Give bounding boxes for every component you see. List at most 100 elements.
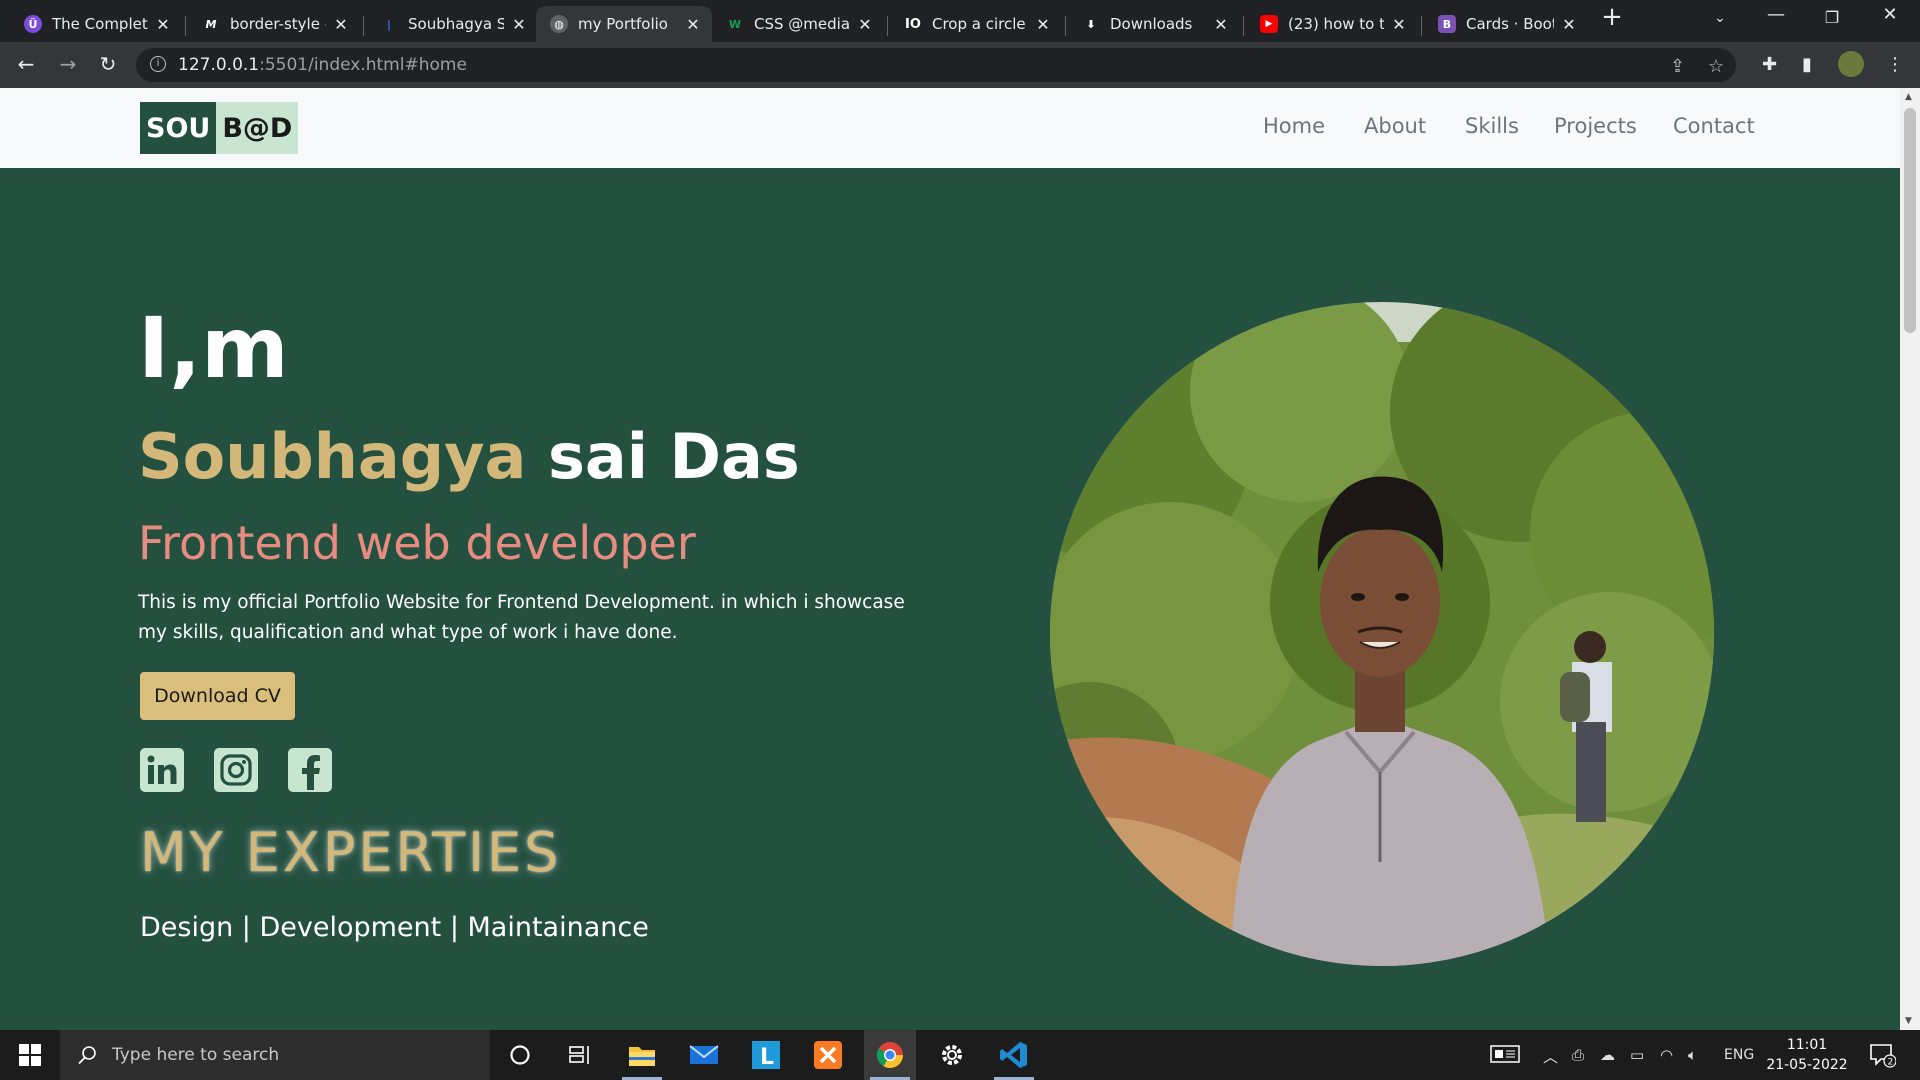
hero-description: This is my official Portfolio Website fo… [138,592,905,643]
tab-favicon-icon: W [726,15,744,33]
news-widget-icon[interactable] [1490,1044,1520,1068]
forward-arrow-icon[interactable]: → [54,52,82,76]
task-view-icon[interactable] [554,1030,606,1080]
windows-logo-icon [19,1044,41,1066]
tab-separator [887,16,888,36]
gear-glyph [942,1045,962,1065]
linkedin-icon[interactable] [140,748,184,792]
close-tab-icon[interactable]: ✕ [1560,15,1578,34]
browser-tab[interactable]: ⬇ Downloads ✕ [1068,6,1240,42]
facebook-icon[interactable] [288,748,332,792]
nav-link-contact[interactable]: Contact [1673,114,1755,138]
show-hidden-icons-chevron-icon[interactable]: ︿ [1543,1046,1558,1067]
minimize-button[interactable]: — [1756,4,1796,25]
bookmark-star-icon[interactable]: ☆ [1708,56,1724,77]
windows-start-button[interactable] [0,1030,60,1080]
browser-tab-active[interactable]: ◍ my Portfolio ✕ [536,6,712,42]
chrome-icon[interactable] [864,1030,916,1080]
browser-tab[interactable]: W CSS @media F ✕ [712,6,884,42]
wifi-icon[interactable]: ◠ [1660,1046,1673,1064]
new-tab-button[interactable]: + [1592,2,1632,32]
onedrive-cloud-icon[interactable]: ☁ [1600,1046,1615,1064]
input-language[interactable]: ENG [1724,1047,1754,1063]
scroll-up-arrow-icon[interactable]: ▲ [1905,92,1912,102]
tab-search-chevron-icon[interactable]: ⌄ [1700,10,1740,26]
menu-kebab-icon[interactable]: ⋮ [1886,54,1904,75]
scrollbar-thumb[interactable] [1904,108,1916,333]
site-logo[interactable]: SOU B@D [140,102,299,154]
system-clock[interactable]: 11:01 21-05-2022 [1762,1035,1852,1075]
download-cv-button[interactable]: Download CV [140,672,295,720]
tab-separator [185,16,186,36]
taskbar-search-box[interactable]: Type here to search [60,1030,490,1080]
browser-tab[interactable]: M border-style - ✕ [188,6,360,42]
share-icon[interactable]: ⇪ [1670,56,1685,77]
xampp-icon[interactable] [802,1030,854,1080]
lightshot-l-icon[interactable]: L [740,1030,792,1080]
vscode-icon[interactable] [988,1030,1040,1080]
profile-avatar[interactable] [1838,51,1864,77]
close-window-button[interactable]: ✕ [1870,4,1910,25]
nav-link-projects[interactable]: Projects [1554,114,1637,138]
battery-icon[interactable]: ▭ [1630,1046,1644,1064]
close-tab-icon[interactable]: ✕ [856,15,874,34]
site-info-icon[interactable]: i [150,56,166,72]
notification-center-icon[interactable]: 2 [1868,1042,1897,1072]
nav-link-skills[interactable]: Skills [1465,114,1519,138]
close-tab-icon[interactable]: ✕ [1390,15,1408,34]
close-tab-icon[interactable]: ✕ [1212,15,1230,34]
browser-tab[interactable]: ▶ (23) how to ta ✕ [1246,6,1418,42]
browser-tab[interactable]: B Cards · Bootst ✕ [1424,6,1588,42]
address-bar[interactable]: i 127.0.0.1:5501/index.html#home ⇪ ☆ [136,48,1736,82]
l-app-glyph: L [752,1041,780,1070]
reload-icon[interactable]: ↻ [94,52,122,76]
url-path: :5501/index.html#home [259,55,467,75]
windows-taskbar: Type here to search L ︿ ⎙ ☁ ▭ ◠ 🔈︎ ENG 1… [0,1030,1920,1080]
hero-intro: I,m [138,299,289,397]
extensions-puzzle-icon[interactable]: ✚ [1762,54,1777,75]
nav-link-home[interactable]: Home [1263,114,1325,138]
nav-link-about[interactable]: About [1364,114,1426,138]
close-tab-icon[interactable]: ✕ [1034,15,1052,34]
tab-separator [363,16,364,36]
close-tab-icon[interactable]: ✕ [510,15,528,34]
tab-favicon-icon: IO [904,15,922,33]
close-tab-icon[interactable]: ✕ [684,15,702,34]
experties-title: MY EXPERTIES [140,821,562,884]
restore-button[interactable]: ❐ [1812,8,1852,27]
browser-tab-strip: Ü The Complete ✕ M border-style - ✕ | So… [0,0,1920,42]
page-viewport: SOU B@D Home About Skills Projects Conta… [0,88,1900,1030]
tab-title: my Portfolio [578,15,668,33]
back-arrow-icon[interactable]: ← [12,52,40,76]
browser-tab[interactable]: Ü The Complete ✕ [10,6,182,42]
side-panel-icon[interactable]: ▮ [1802,54,1812,75]
volume-speaker-icon[interactable]: 🔈︎ [1688,1046,1697,1064]
instagram-glyph [220,754,252,786]
close-tab-icon[interactable]: ✕ [332,15,350,34]
vscode-glyph [1000,1042,1027,1068]
page-scrollbar[interactable]: ▲ ▼ [1900,88,1920,1030]
browser-toolbar: ← → ↻ i 127.0.0.1:5501/index.html#home ⇪… [0,42,1920,88]
url-text[interactable]: 127.0.0.1:5501/index.html#home [178,55,467,75]
file-explorer-icon[interactable] [616,1030,668,1080]
tab-title: Downloads [1110,15,1193,33]
profile-photo [1050,302,1714,966]
browser-tab[interactable]: | Soubhagya Sa ✕ [366,6,538,42]
scroll-down-arrow-icon[interactable]: ▼ [1905,1016,1912,1026]
profile-photo-image [1050,302,1714,966]
close-tab-icon[interactable]: ✕ [154,15,172,34]
search-icon [78,1046,96,1065]
hero-first-name: Soubhagya [138,420,527,493]
browser-tab[interactable]: IO Crop a circle ir ✕ [890,6,1062,42]
settings-gear-icon[interactable] [926,1030,978,1080]
meet-now-icon[interactable]: ⎙ [1572,1046,1584,1064]
cortana-circle-glyph [510,1045,530,1065]
mail-icon[interactable] [678,1030,730,1080]
chrome-glyph [876,1042,904,1069]
tab-title: CSS @media F [754,15,850,33]
svg-text:L: L [760,1045,774,1070]
experties-subtitle: Design | Development | Maintainance [140,912,649,943]
cortana-icon[interactable] [494,1030,546,1080]
tab-title: border-style - [230,15,326,33]
instagram-icon[interactable] [214,748,258,792]
